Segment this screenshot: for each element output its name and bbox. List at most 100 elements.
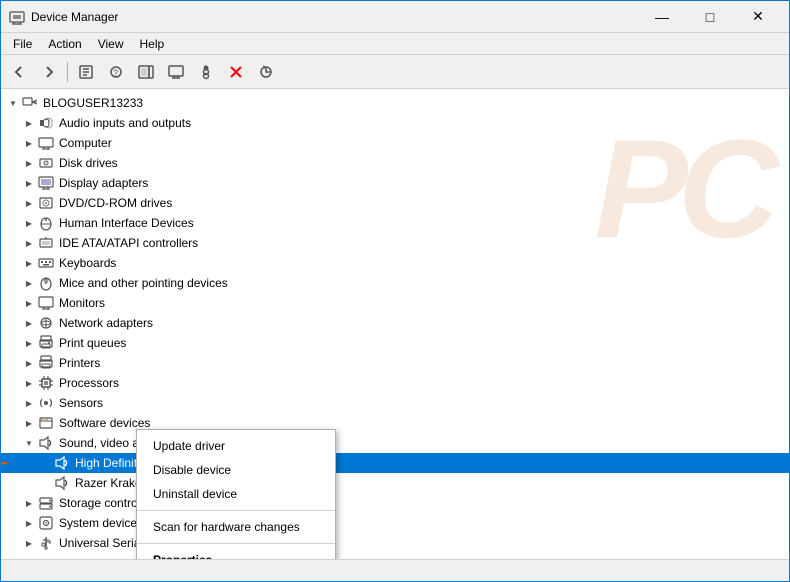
tree-root[interactable]: ▼ BLOGUSER13233 <box>1 93 789 113</box>
processors-icon <box>37 374 55 392</box>
monitors-icon <box>37 294 55 312</box>
ide-expander[interactable]: ▶ <box>21 233 37 253</box>
ctx-properties[interactable]: Properties <box>137 548 335 559</box>
hd-audio-icon <box>53 454 71 472</box>
main-content: PC ▼ BLOGUSER13233 ▶ <box>1 89 789 559</box>
audio-expander[interactable]: ▶ <box>21 113 37 133</box>
ctx-disable-device[interactable]: Disable device <box>137 458 335 482</box>
hid-expander[interactable]: ▶ <box>21 213 37 233</box>
back-button[interactable] <box>5 59 33 85</box>
tree-item-display[interactable]: ▶ Display adapters <box>1 173 789 193</box>
menu-help[interactable]: Help <box>132 35 173 53</box>
processors-label: Processors <box>59 376 119 390</box>
computer-icon <box>21 94 39 112</box>
print-label: Print queues <box>59 336 126 350</box>
action-btn[interactable] <box>192 59 220 85</box>
scan-button[interactable] <box>132 59 160 85</box>
software-expander[interactable]: ▶ <box>21 413 37 433</box>
update-driver-button[interactable]: ? <box>102 59 130 85</box>
tree-item-ide[interactable]: ▶ IDE ATA/ATAPI controllers <box>1 233 789 253</box>
tree-item-storage[interactable]: ▶ Storage controllers <box>1 493 789 513</box>
ide-icon <box>37 234 55 252</box>
tree-item-razer[interactable]: ▶ Razer Kraken 7... <box>1 473 789 493</box>
tree-item-sound[interactable]: ▼ Sound, video and game controllers <box>1 433 789 453</box>
monitor-icon-btn[interactable] <box>162 59 190 85</box>
ctx-update-driver[interactable]: Update driver <box>137 434 335 458</box>
device-tree[interactable]: ▼ BLOGUSER13233 ▶ <box>1 89 789 559</box>
ide-label: IDE ATA/ATAPI controllers <box>59 236 198 250</box>
keyboard-expander[interactable]: ▶ <box>21 253 37 273</box>
sound-expander[interactable]: ▼ <box>21 433 37 453</box>
tree-item-system[interactable]: ▶ System devices <box>1 513 789 533</box>
software-label: Software devices <box>59 416 150 430</box>
processors-expander[interactable]: ▶ <box>21 373 37 393</box>
close-button[interactable]: ✕ <box>735 2 781 32</box>
device-manager-window: Device Manager — □ ✕ File Action View He… <box>0 0 790 582</box>
ctx-sep-2 <box>137 543 335 544</box>
properties-button[interactable] <box>72 59 100 85</box>
usb-icon <box>37 534 55 552</box>
tree-item-mice[interactable]: ▶ Mice and other pointing devices <box>1 273 789 293</box>
ctx-scan-changes[interactable]: Scan for hardware changes <box>137 515 335 539</box>
window-title: Device Manager <box>31 10 639 24</box>
forward-button[interactable] <box>35 59 63 85</box>
usb-expander[interactable]: ▶ <box>21 533 37 553</box>
audio-label: Audio inputs and outputs <box>59 116 191 130</box>
menu-view[interactable]: View <box>90 35 132 53</box>
context-menu: Update driver Disable device Uninstall d… <box>136 429 336 559</box>
computer-item-icon <box>37 134 55 152</box>
storage-expander[interactable]: ▶ <box>21 493 37 513</box>
system-expander[interactable]: ▶ <box>21 513 37 533</box>
sensors-expander[interactable]: ▶ <box>21 393 37 413</box>
print-expander[interactable]: ▶ <box>21 333 37 353</box>
razer-icon <box>53 474 71 492</box>
tree-item-software[interactable]: ▶ Software devices <box>1 413 789 433</box>
tree-item-hd-audio[interactable]: ▶ High Definition Audio Device <box>1 453 789 473</box>
audio-icon <box>37 114 55 132</box>
root-expander[interactable]: ▼ <box>5 93 21 113</box>
refresh-button[interactable] <box>252 59 280 85</box>
hid-icon <box>37 214 55 232</box>
menu-action[interactable]: Action <box>40 35 89 53</box>
status-bar <box>1 559 789 581</box>
tree-item-computer[interactable]: ▶ Computer <box>1 133 789 153</box>
delete-button[interactable] <box>222 59 250 85</box>
toolbar-sep-1 <box>67 62 68 82</box>
printers-expander[interactable]: ▶ <box>21 353 37 373</box>
tree-item-printers[interactable]: ▶ Printers <box>1 353 789 373</box>
title-bar: Device Manager — □ ✕ <box>1 1 789 33</box>
tree-item-disk[interactable]: ▶ Disk drives <box>1 153 789 173</box>
dvd-icon <box>37 194 55 212</box>
mice-expander[interactable]: ▶ <box>21 273 37 293</box>
display-icon <box>37 174 55 192</box>
menu-file[interactable]: File <box>5 35 40 53</box>
tree-item-print[interactable]: ▶ Print queues <box>1 333 789 353</box>
computer-expander[interactable]: ▶ <box>21 133 37 153</box>
tree-item-hid[interactable]: ▶ Human Interface Devices <box>1 213 789 233</box>
menu-bar: File Action View Help <box>1 33 789 55</box>
sound-icon <box>37 434 55 452</box>
tree-item-sensors[interactable]: ▶ Sensors <box>1 393 789 413</box>
network-expander[interactable]: ▶ <box>21 313 37 333</box>
display-label: Display adapters <box>59 176 148 190</box>
tree-item-monitors[interactable]: ▶ Monitors <box>1 293 789 313</box>
tree-item-network[interactable]: ▶ Network adapters <box>1 313 789 333</box>
printers-label: Printers <box>59 356 100 370</box>
disk-label: Disk drives <box>59 156 118 170</box>
tree-item-processors[interactable]: ▶ Processors <box>1 373 789 393</box>
minimize-button[interactable]: — <box>639 2 685 32</box>
display-expander[interactable]: ▶ <box>21 173 37 193</box>
tree-item-usb[interactable]: ▶ Universal Serial Bu... <box>1 533 789 553</box>
dvd-expander[interactable]: ▶ <box>21 193 37 213</box>
printers-icon <box>37 354 55 372</box>
network-icon <box>37 314 55 332</box>
tree-item-audio[interactable]: ▶ Audio inputs and outputs <box>1 113 789 133</box>
ctx-uninstall-device[interactable]: Uninstall device <box>137 482 335 506</box>
tree-item-keyboard[interactable]: ▶ Keyboards <box>1 253 789 273</box>
monitors-expander[interactable]: ▶ <box>21 293 37 313</box>
tree-item-dvd[interactable]: ▶ DVD/CD-ROM drives <box>1 193 789 213</box>
mice-icon <box>37 274 55 292</box>
disk-expander[interactable]: ▶ <box>21 153 37 173</box>
maximize-button[interactable]: □ <box>687 2 733 32</box>
disk-icon <box>37 154 55 172</box>
